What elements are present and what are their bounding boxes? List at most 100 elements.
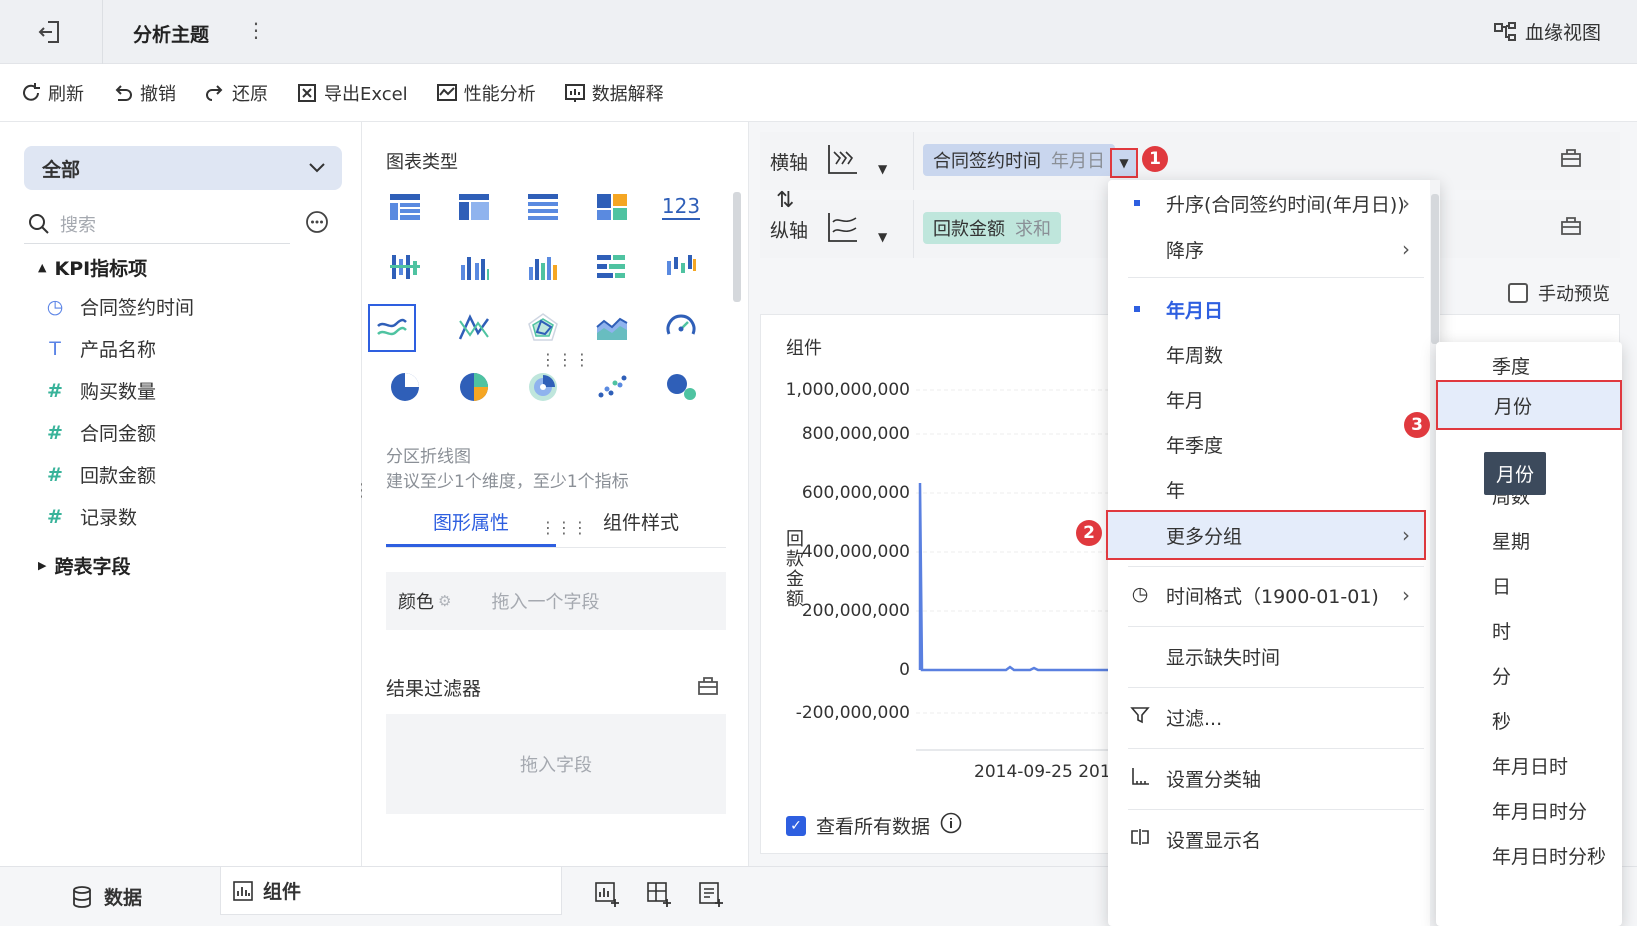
- lineage-icon: [1494, 21, 1516, 41]
- kpi-number-icon[interactable]: 123: [658, 184, 704, 230]
- x-axis-settings-icon[interactable]: [1560, 146, 1582, 173]
- tree-group-kpi[interactable]: ▲ KPI指标项: [38, 254, 147, 281]
- view-all-data-toggle[interactable]: ✓ 查看所有数据: [786, 812, 962, 839]
- filter-settings-icon[interactable]: [697, 674, 719, 701]
- tab-component[interactable]: 组件: [220, 867, 562, 915]
- field-item[interactable]: # 记录数: [44, 503, 137, 530]
- pie-chart-icon[interactable]: [382, 364, 428, 410]
- menu-item-more-groups[interactable]: 更多分组 ›: [1106, 510, 1426, 560]
- field-item[interactable]: # 购买数量: [44, 377, 156, 404]
- field-item[interactable]: # 合同金额: [44, 419, 156, 446]
- submenu-item-ymdh[interactable]: 年月日时: [1436, 742, 1622, 788]
- menu-item-year-month[interactable]: 年月: [1108, 376, 1424, 422]
- submenu-item-ymdhms[interactable]: 年月日时分秒: [1436, 832, 1622, 878]
- multi-column-chart-icon[interactable]: [520, 244, 566, 290]
- resize-handle[interactable]: ⋮⋮⋮: [540, 350, 591, 369]
- result-filter-title: 结果过滤器: [386, 678, 482, 700]
- submenu-item-month[interactable]: 月份: [1436, 380, 1622, 430]
- menu-item-year-week[interactable]: 年周数: [1108, 331, 1424, 377]
- caret-down-icon[interactable]: ▼: [878, 162, 887, 176]
- menu-item-ymd[interactable]: 年月日: [1108, 286, 1424, 332]
- lineage-view-button[interactable]: 血缘视图: [1493, 18, 1601, 45]
- more-vert-icon[interactable]: ⋮: [246, 18, 266, 42]
- cross-table-icon[interactable]: [451, 184, 497, 230]
- manual-preview-toggle[interactable]: 手动预览: [1508, 280, 1610, 306]
- clock-icon: ◷: [46, 295, 64, 318]
- submenu-item-hour[interactable]: 时: [1436, 607, 1622, 653]
- scope-select[interactable]: 全部: [24, 146, 342, 190]
- y-field-pill[interactable]: 回款金额 求和: [923, 212, 1061, 244]
- menu-item-ascending[interactable]: 升序(合同签约时间(年月日)) ›: [1108, 180, 1424, 226]
- caret-down-icon[interactable]: ▼: [878, 230, 887, 244]
- grouped-table-icon[interactable]: [382, 244, 428, 290]
- tab-graph-properties[interactable]: 图形属性: [386, 500, 556, 547]
- x-field-pill[interactable]: 合同签约时间 年月日: [923, 144, 1115, 176]
- rename-icon: [1128, 827, 1152, 852]
- x-field-dropdown-button[interactable]: ▼: [1110, 148, 1138, 178]
- radar-chart-icon[interactable]: [520, 304, 566, 350]
- tab-data[interactable]: 数据: [72, 883, 142, 910]
- caret-right-icon: ▶: [38, 559, 47, 572]
- resize-handle[interactable]: ⋮⋮⋮: [540, 518, 588, 537]
- add-component-icon[interactable]: [594, 881, 620, 912]
- menu-item-descending[interactable]: 降序 ›: [1108, 226, 1424, 272]
- area-line-chart-icon[interactable]: [368, 304, 416, 352]
- menu-item-display-name[interactable]: 设置显示名: [1108, 816, 1424, 862]
- menu-item-time-format[interactable]: ◷ 时间格式（1900-01-01) ›: [1108, 572, 1424, 618]
- field-item[interactable]: T 产品名称: [44, 335, 156, 362]
- multi-pie-chart-icon[interactable]: [451, 364, 497, 410]
- field-item[interactable]: ◷ 合同签约时间: [44, 293, 194, 320]
- rose-chart-icon[interactable]: [520, 364, 566, 410]
- more-options-icon[interactable]: [305, 210, 329, 239]
- undo-button[interactable]: 撤销: [112, 80, 176, 106]
- column-chart-icon[interactable]: [451, 244, 497, 290]
- view-all-checkbox[interactable]: ✓: [786, 815, 806, 836]
- data-explain-button[interactable]: 数据解释: [564, 80, 664, 106]
- menu-item-year-quarter[interactable]: 年季度: [1108, 421, 1424, 467]
- chart-type-name: 分区折线图: [386, 447, 471, 467]
- refresh-button[interactable]: 刷新: [20, 80, 84, 106]
- stacked-area-icon[interactable]: [589, 304, 635, 350]
- export-excel-button[interactable]: 导出Excel: [296, 80, 408, 106]
- manual-preview-checkbox[interactable]: [1508, 283, 1528, 303]
- menu-item-show-missing[interactable]: 显示缺失时间: [1108, 633, 1424, 679]
- scatter-chart-icon[interactable]: [589, 364, 635, 410]
- treemap-chart-icon[interactable]: [589, 184, 635, 230]
- color-field-zone[interactable]: 颜色 ⚙ 拖入一个字段: [386, 572, 726, 630]
- tree-group-cross-table[interactable]: ▶ 跨表字段: [38, 552, 130, 579]
- submenu-item-second[interactable]: 秒: [1436, 697, 1622, 743]
- performance-button[interactable]: 性能分析: [436, 80, 536, 106]
- menu-item-year[interactable]: 年: [1108, 466, 1424, 512]
- submenu-item-day[interactable]: 日: [1436, 562, 1622, 608]
- x-axis-type-icon[interactable]: [826, 142, 860, 181]
- table-chart-icon[interactable]: [382, 184, 428, 230]
- bubble-chart-icon[interactable]: [658, 364, 704, 410]
- bar-chart-icon[interactable]: [589, 244, 635, 290]
- radar-line-icon[interactable]: [451, 304, 497, 350]
- exit-icon[interactable]: [36, 18, 64, 46]
- gauge-chart-icon[interactable]: [658, 304, 704, 350]
- redo-button[interactable]: 还原: [204, 80, 268, 106]
- record-count-icon: #: [47, 505, 63, 528]
- submenu-item-minute[interactable]: 分: [1436, 652, 1622, 698]
- chevron-right-icon: ›: [1402, 523, 1410, 547]
- scrollbar[interactable]: [733, 192, 741, 302]
- color-label: 颜色: [398, 592, 434, 613]
- lineage-label: 血缘视图: [1525, 22, 1602, 44]
- add-report-icon[interactable]: [698, 881, 724, 912]
- submenu-item-weekday[interactable]: 星期: [1436, 517, 1622, 563]
- filter-drop-zone[interactable]: 拖入字段: [386, 714, 726, 814]
- info-icon[interactable]: [940, 812, 962, 839]
- swap-axes-icon[interactable]: ⇅: [776, 188, 794, 213]
- y-axis-type-icon[interactable]: [826, 210, 860, 249]
- field-item[interactable]: # 回款金额: [44, 461, 156, 488]
- y-axis-settings-icon[interactable]: [1560, 214, 1582, 241]
- submenu-item-ymdhm[interactable]: 年月日时分: [1436, 787, 1622, 833]
- menu-item-filter[interactable]: 过滤...: [1108, 694, 1424, 740]
- range-column-icon[interactable]: [658, 244, 704, 290]
- menu-item-category-axis[interactable]: 设置分类轴: [1108, 755, 1424, 801]
- scroll-thumb[interactable]: [1431, 194, 1439, 344]
- search-field[interactable]: 搜索: [24, 204, 290, 244]
- add-dashboard-icon[interactable]: [646, 881, 672, 912]
- detail-table-icon[interactable]: [520, 184, 566, 230]
